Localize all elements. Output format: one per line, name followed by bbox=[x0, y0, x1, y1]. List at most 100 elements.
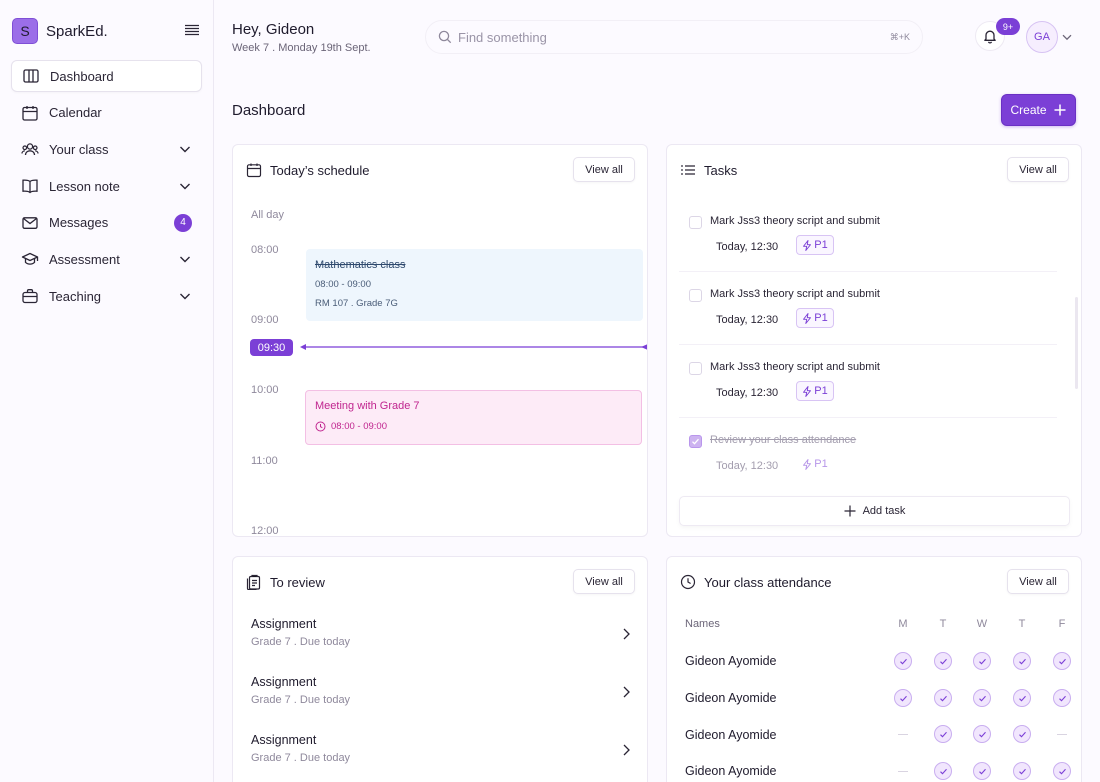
mail-icon bbox=[22, 216, 38, 229]
priority-label: P1 bbox=[814, 239, 828, 251]
sidebar-nav: Dashboard Calendar Your class Lesson not… bbox=[11, 60, 202, 317]
sidebar-item-label: Dashboard bbox=[50, 68, 114, 84]
attendance-present-mark[interactable] bbox=[1013, 689, 1031, 707]
review-view-all-button[interactable]: View all bbox=[573, 569, 635, 594]
schedule-view-all-button[interactable]: View all bbox=[573, 157, 635, 182]
sidebar-item-messages[interactable]: Messages 4 bbox=[11, 207, 202, 239]
attendance-present-mark[interactable] bbox=[934, 652, 952, 670]
sidebar-item-dashboard[interactable]: Dashboard bbox=[11, 60, 202, 92]
attendance-present-mark[interactable] bbox=[1053, 689, 1071, 707]
attendance-present-mark[interactable] bbox=[934, 689, 952, 707]
review-item[interactable]: Assignment Grade 7 . Due today bbox=[251, 617, 631, 661]
task-item[interactable]: Mark Jss3 theory script and submit Today… bbox=[679, 208, 1057, 272]
search-bar[interactable]: ⌘+K bbox=[425, 20, 923, 54]
attendance-present-mark[interactable] bbox=[1053, 762, 1071, 780]
task-checkbox[interactable] bbox=[689, 289, 702, 302]
attendance-present-mark[interactable] bbox=[894, 689, 912, 707]
attendance-present-mark[interactable] bbox=[1013, 725, 1031, 743]
task-time: Today, 12:30 bbox=[716, 387, 779, 399]
hamburger-menu-icon[interactable] bbox=[184, 22, 202, 40]
sidebar: S SparkEd. Dashboard Calendar Your class… bbox=[0, 0, 214, 782]
sidebar-item-calendar[interactable]: Calendar bbox=[11, 97, 202, 129]
attendance-absent-mark[interactable] bbox=[898, 734, 908, 735]
time-label: 09:00 bbox=[251, 314, 279, 326]
clock-icon bbox=[315, 421, 326, 432]
event-time: 08:00 - 09:00 bbox=[331, 421, 387, 432]
bell-icon bbox=[984, 30, 996, 44]
task-item[interactable]: Review your class attendance Today, 12:3… bbox=[679, 427, 1057, 491]
attendance-absent-mark[interactable] bbox=[898, 771, 908, 772]
greeting-title: Hey, Gideon bbox=[232, 21, 315, 38]
tasks-scrollbar[interactable] bbox=[1075, 297, 1078, 389]
brand-name: SparkEd. bbox=[46, 22, 108, 40]
task-time: Today, 12:30 bbox=[716, 460, 779, 472]
avatar[interactable]: GA bbox=[1026, 21, 1058, 53]
attendance-absent-mark[interactable] bbox=[1057, 734, 1067, 735]
task-checkbox[interactable] bbox=[689, 362, 702, 375]
review-item-title: Assignment bbox=[251, 733, 317, 747]
attendance-view-all-button[interactable]: View all bbox=[1007, 569, 1069, 594]
notification-count-badge: 9+ bbox=[996, 18, 1020, 35]
time-label: 10:00 bbox=[251, 384, 279, 396]
attendance-present-mark[interactable] bbox=[1013, 652, 1031, 670]
tasks-title: Tasks bbox=[704, 162, 738, 178]
event-mathematics-class[interactable]: Mathematics class 08:00 - 09:00 RM 107 .… bbox=[306, 249, 643, 321]
review-item-subtitle: Grade 7 . Due today bbox=[251, 636, 351, 648]
sidebar-item-your-class[interactable]: Your class bbox=[11, 133, 202, 165]
attendance-present-mark[interactable] bbox=[973, 725, 991, 743]
attendance-present-mark[interactable] bbox=[973, 762, 991, 780]
schedule-card: Today’s schedule View all All day 08:00 … bbox=[232, 144, 648, 537]
priority-badge: P1 bbox=[796, 454, 834, 474]
create-button-label: Create bbox=[1010, 103, 1047, 117]
attendance-present-mark[interactable] bbox=[934, 762, 952, 780]
calendar-icon bbox=[246, 163, 262, 178]
attendance-present-mark[interactable] bbox=[934, 725, 952, 743]
lightning-icon bbox=[803, 385, 812, 397]
brand[interactable]: S SparkEd. bbox=[12, 18, 108, 44]
create-button[interactable]: Create bbox=[1001, 94, 1076, 126]
attendance-present-mark[interactable] bbox=[973, 689, 991, 707]
sidebar-item-lesson-note[interactable]: Lesson note bbox=[11, 170, 202, 202]
task-title: Mark Jss3 theory script and submit bbox=[710, 361, 880, 373]
check-icon bbox=[1018, 768, 1026, 775]
check-icon bbox=[939, 731, 947, 738]
attendance-present-mark[interactable] bbox=[894, 652, 912, 670]
messages-count-badge: 4 bbox=[174, 213, 192, 232]
time-label: 08:00 bbox=[251, 244, 279, 256]
review-item[interactable]: Assignment Grade 7 . Due today bbox=[251, 675, 631, 719]
chevron-down-icon[interactable] bbox=[178, 179, 192, 193]
task-item[interactable]: Mark Jss3 theory script and submit Today… bbox=[679, 354, 1057, 418]
chevron-down-icon[interactable] bbox=[178, 252, 192, 266]
time-label: 11:00 bbox=[251, 455, 278, 467]
priority-badge: P1 bbox=[796, 235, 834, 255]
sidebar-item-teaching[interactable]: Teaching bbox=[11, 280, 202, 312]
chevron-down-icon[interactable] bbox=[178, 142, 192, 156]
event-meeting-grade-7[interactable]: Meeting with Grade 7 08:00 - 09:00 bbox=[305, 390, 642, 445]
student-name: Gideon Ayomide bbox=[685, 764, 777, 778]
lightning-icon bbox=[803, 458, 812, 470]
task-title: Mark Jss3 theory script and submit bbox=[710, 215, 880, 227]
day-column-header: T bbox=[1018, 618, 1026, 630]
chevron-down-icon[interactable] bbox=[1061, 31, 1073, 43]
task-checkbox[interactable] bbox=[689, 435, 702, 448]
attendance-present-mark[interactable] bbox=[973, 652, 991, 670]
review-header: To review bbox=[246, 574, 325, 590]
attendance-present-mark[interactable] bbox=[1053, 652, 1071, 670]
lightning-icon bbox=[803, 239, 812, 251]
chevron-down-icon[interactable] bbox=[178, 289, 192, 303]
sidebar-item-assessment[interactable]: Assessment bbox=[11, 243, 202, 275]
search-input[interactable] bbox=[458, 29, 890, 45]
task-checkbox[interactable] bbox=[689, 216, 702, 229]
task-item[interactable]: Mark Jss3 theory script and submit Today… bbox=[679, 281, 1057, 345]
add-task-button[interactable]: Add task bbox=[679, 496, 1070, 526]
review-item[interactable]: Assignment Grade 7 . Due today bbox=[251, 733, 631, 777]
day-column-header: F bbox=[1058, 618, 1066, 630]
check-icon bbox=[1018, 658, 1026, 665]
priority-badge: P1 bbox=[796, 308, 834, 328]
task-title: Review your class attendance bbox=[710, 434, 857, 446]
tasks-view-all-button[interactable]: View all bbox=[1007, 157, 1069, 182]
clock-icon bbox=[680, 574, 696, 590]
review-item-subtitle: Grade 7 . Due today bbox=[251, 752, 351, 764]
student-name: Gideon Ayomide bbox=[685, 691, 777, 705]
attendance-present-mark[interactable] bbox=[1013, 762, 1031, 780]
